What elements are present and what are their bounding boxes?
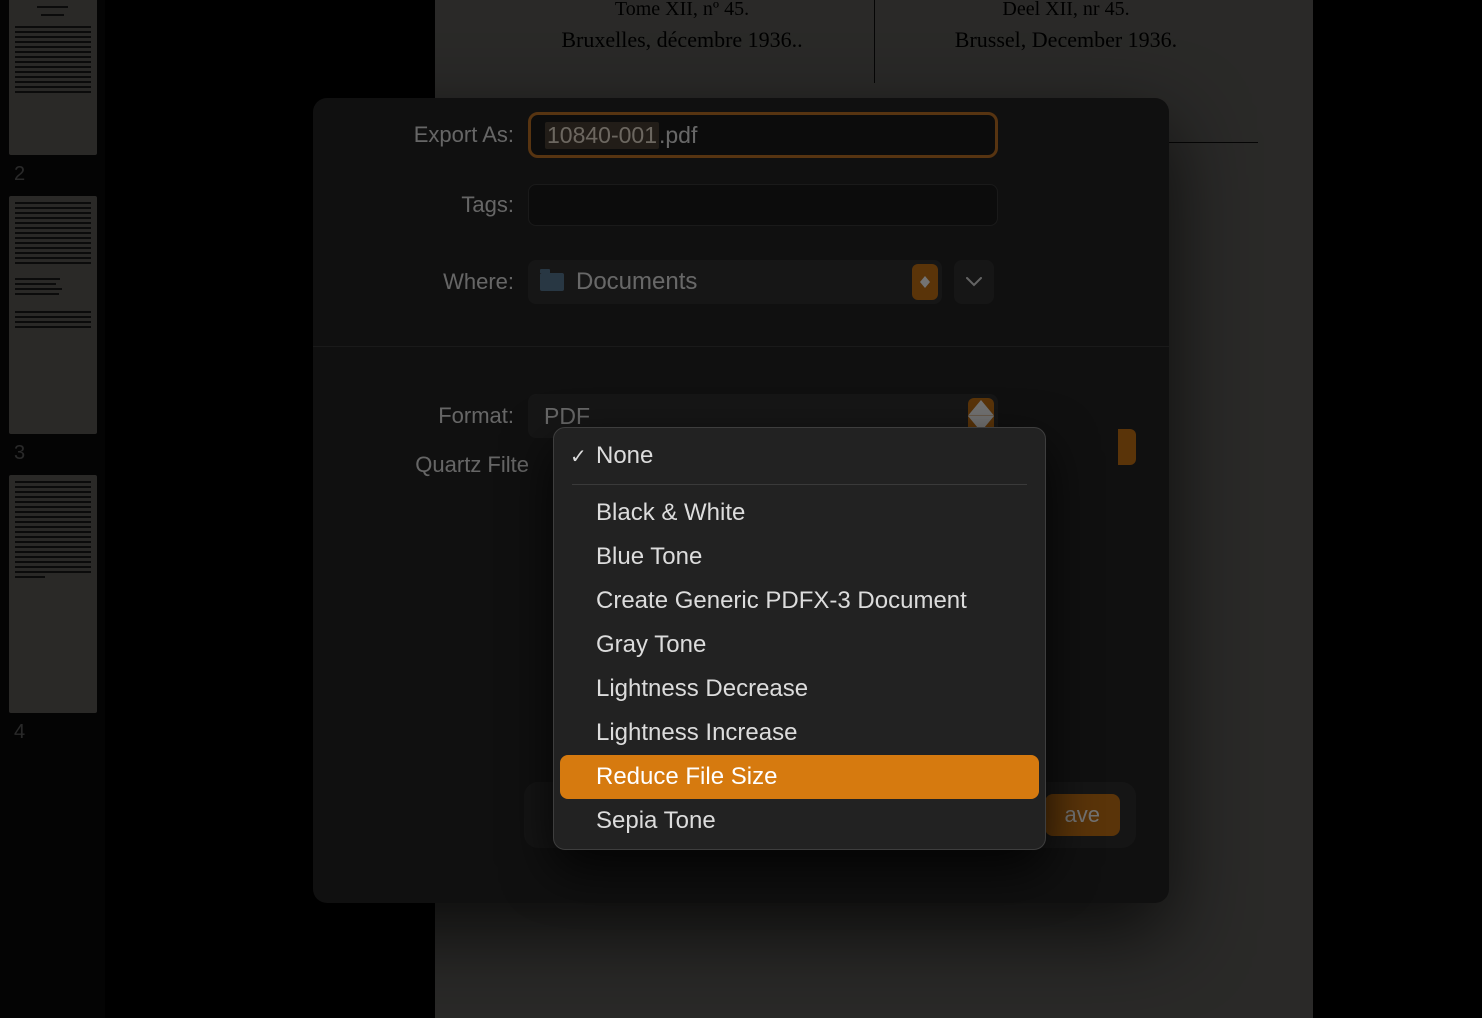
menu-item-gray-tone[interactable]: Gray Tone (560, 623, 1039, 667)
doc-text: Bruxelles, décembre 1936.. (510, 27, 854, 53)
tags-label: Tags: (343, 192, 528, 218)
filename-base-selected: 10840-001 (545, 122, 659, 149)
filename-ext: .pdf (659, 122, 697, 149)
doc-text: Tome XII, nº 45. (510, 0, 854, 21)
folder-icon (540, 273, 564, 291)
menu-separator (572, 484, 1027, 485)
export-as-label: Export As: (343, 122, 528, 148)
page-thumbnail[interactable] (9, 475, 97, 713)
doc-text: Brussel, December 1936. (894, 27, 1238, 53)
quartz-filter-label: Quartz Filte (343, 452, 543, 478)
page-number: 2 (0, 155, 105, 186)
where-select[interactable]: Documents (528, 260, 942, 304)
page-number: 3 (0, 434, 105, 465)
quartz-filter-menu: None Black & White Blue Tone Create Gene… (553, 427, 1046, 850)
save-button[interactable]: ave (1045, 794, 1120, 836)
page-thumbnail[interactable] (9, 196, 97, 434)
expand-browser-button[interactable] (954, 260, 994, 304)
menu-item-none[interactable]: None (560, 434, 1039, 478)
where-label: Where: (343, 269, 528, 295)
updown-icon (1118, 429, 1136, 465)
menu-item-reduce-file-size[interactable]: Reduce File Size (560, 755, 1039, 799)
menu-item-lightness-decrease[interactable]: Lightness Decrease (560, 667, 1039, 711)
chevron-down-icon (966, 277, 982, 287)
tags-input[interactable] (528, 184, 998, 226)
format-value: PDF (544, 403, 590, 430)
doc-text: Deel XII, nr 45. (894, 0, 1238, 21)
menu-item-blue-tone[interactable]: Blue Tone (560, 535, 1039, 579)
menu-item-sepia-tone[interactable]: Sepia Tone (560, 799, 1039, 843)
format-label: Format: (343, 403, 528, 429)
menu-item-lightness-increase[interactable]: Lightness Increase (560, 711, 1039, 755)
page-thumbnail[interactable] (9, 0, 97, 155)
filename-input[interactable]: 10840-001.pdf (528, 112, 998, 158)
menu-item-pdfx3[interactable]: Create Generic PDFX-3 Document (560, 579, 1039, 623)
menu-item-black-white[interactable]: Black & White (560, 491, 1039, 535)
updown-icon (912, 264, 938, 300)
where-value: Documents (576, 268, 697, 296)
page-number: 4 (0, 713, 105, 744)
thumbnail-sidebar: 2 3 4 (0, 0, 105, 1018)
